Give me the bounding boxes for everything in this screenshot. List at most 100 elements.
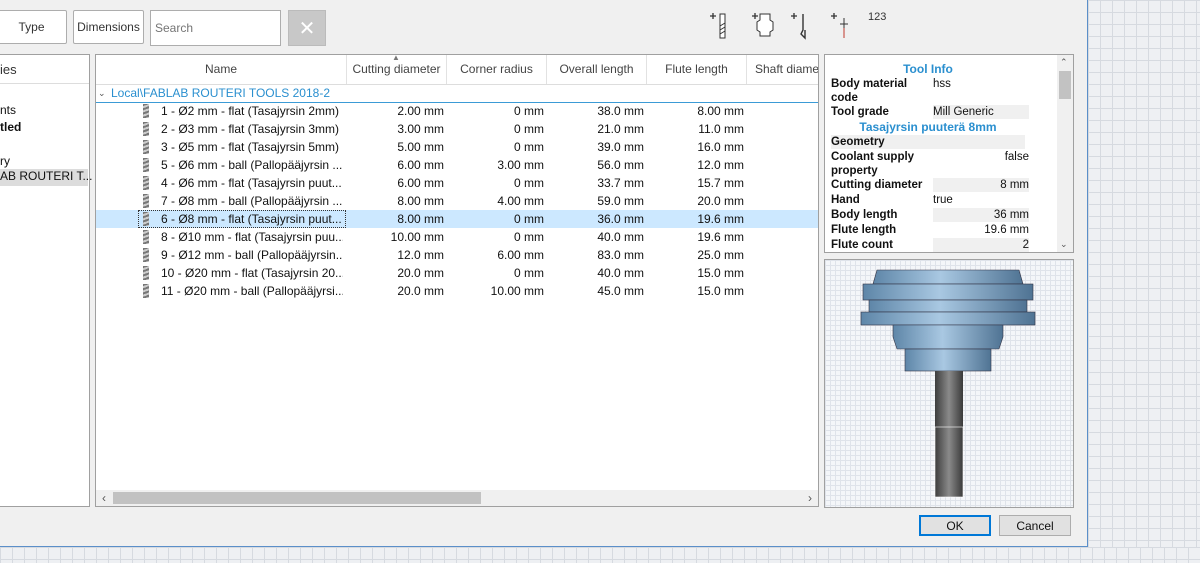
dimensions-filter-button[interactable]: Dimensions bbox=[73, 10, 144, 44]
cancel-button[interactable]: Cancel bbox=[999, 515, 1071, 536]
scroll-down-icon[interactable]: ⌄ bbox=[1060, 239, 1068, 250]
table-row[interactable]: 3 - Ø5 mm - flat (Tasajyrsin 5mm) 5.00 mm… bbox=[96, 138, 818, 156]
endmill-icon bbox=[143, 158, 149, 172]
info-key: Tool grade bbox=[831, 106, 889, 118]
cell-sd: 6.00 bbox=[766, 138, 818, 156]
column-header-flute-length[interactable]: Flute length bbox=[647, 55, 747, 84]
ok-button[interactable]: OK bbox=[919, 515, 991, 536]
cell-sd: 6.00 bbox=[766, 156, 818, 174]
cell-sd: 3.00 bbox=[766, 102, 818, 120]
cell-fl: 15.0 mm bbox=[697, 284, 744, 298]
table-row[interactable]: 9 - Ø12 mm - ball (Pallopääjyrsin... 12.0… bbox=[96, 246, 818, 264]
column-header-name[interactable]: Name bbox=[96, 55, 347, 84]
library-group-row[interactable]: ⌄ Local\FABLAB ROUTERI TOOLS 2018-2 bbox=[96, 84, 818, 103]
endmill-icon bbox=[143, 194, 149, 208]
cell-sd: 8.00 bbox=[766, 228, 818, 246]
cell-ol: 40.0 mm bbox=[597, 230, 644, 244]
cell-ol: 38.0 mm bbox=[597, 104, 644, 118]
tool-name-cell: 7 - Ø8 mm - ball (Pallopääjyrsin ... bbox=[161, 194, 343, 208]
info-value: 8 mm bbox=[933, 178, 1029, 192]
tool-name-cell: 11 - Ø20 mm - ball (Pallopääjyrsi... bbox=[161, 284, 343, 298]
cell-cr: 0 mm bbox=[514, 266, 544, 280]
info-row-body-material: Body material code hss bbox=[831, 77, 1055, 105]
library-tree-header: ies bbox=[0, 55, 89, 84]
scrollbar-thumb[interactable] bbox=[1059, 71, 1071, 99]
clear-search-button[interactable]: ✕ bbox=[288, 10, 326, 46]
add-endmill-icon[interactable] bbox=[708, 10, 736, 42]
horizontal-scrollbar[interactable]: ‹ › bbox=[96, 490, 818, 506]
type-filter-button[interactable]: Type bbox=[0, 10, 67, 44]
scrollbar-thumb[interactable] bbox=[113, 492, 481, 504]
cell-sd: 8.00 bbox=[766, 282, 818, 300]
cell-fl: 20.0 mm bbox=[697, 194, 744, 208]
column-header-overall-length[interactable]: Overall length bbox=[547, 55, 647, 84]
cell-ol: 83.0 mm bbox=[597, 248, 644, 262]
info-value: 19.6 mm bbox=[984, 224, 1029, 236]
scroll-up-icon[interactable]: ⌃ bbox=[1060, 57, 1068, 68]
cell-cr: 3.00 mm bbox=[497, 158, 544, 172]
cell-sd: 8.00 bbox=[766, 174, 818, 192]
cell-ol: 21.0 mm bbox=[597, 122, 644, 136]
column-header-corner-radius[interactable]: Corner radius bbox=[447, 55, 547, 84]
add-holder-icon[interactable] bbox=[750, 10, 778, 42]
info-key: Flute length bbox=[831, 224, 897, 236]
tool-name-cell: 1 - Ø2 mm - flat (Tasajyrsin 2mm) bbox=[161, 104, 340, 118]
cell-ol: 45.0 mm bbox=[597, 284, 644, 298]
scroll-right-icon[interactable]: › bbox=[802, 490, 818, 506]
cell-cd: 10.00 mm bbox=[390, 230, 444, 244]
tool-name-cell: 2 - Ø3 mm - flat (Tasajyrsin 3mm) bbox=[161, 122, 340, 136]
cell-fl: 8.00 mm bbox=[697, 104, 744, 118]
cell-cd: 5.00 mm bbox=[397, 140, 444, 154]
cell-cr: 10.00 mm bbox=[490, 284, 544, 298]
add-drill-icon[interactable] bbox=[789, 10, 817, 42]
endmill-icon bbox=[143, 266, 149, 280]
endmill-icon bbox=[143, 230, 149, 244]
tool-name-heading: Tasajyrsin puuterä 8mm bbox=[859, 120, 997, 134]
cell-cd: 2.00 mm bbox=[397, 104, 444, 118]
table-row[interactable]: 11 - Ø20 mm - ball (Pallopääjyrsi... 20.0… bbox=[96, 282, 818, 300]
add-probe-icon[interactable] bbox=[829, 10, 857, 42]
info-value: true bbox=[933, 194, 953, 206]
renumber-tools-icon[interactable]: 123 bbox=[868, 10, 896, 42]
tool-name-cell: 6 - Ø8 mm - flat (Tasajyrsin puut... bbox=[161, 212, 342, 226]
cell-cd: 8.00 mm bbox=[397, 212, 444, 226]
info-key: Hand bbox=[831, 194, 860, 206]
tree-item[interactable]: nts bbox=[0, 103, 16, 117]
library-group-label: Local\FABLAB ROUTERI TOOLS 2018-2 bbox=[111, 86, 330, 100]
library-tree-panel: ies nts tled ry AB ROUTERI T... bbox=[0, 54, 92, 507]
info-key: Body length bbox=[831, 209, 898, 221]
cell-ol: 56.0 mm bbox=[597, 158, 644, 172]
table-row[interactable]: 8 - Ø10 mm - flat (Tasajyrsin puu... 10.0… bbox=[96, 228, 818, 246]
tool-library-dialog: Type Dimensions ✕ 123 ies nts tled ry AB… bbox=[0, 0, 1088, 547]
cell-cd: 20.0 mm bbox=[397, 284, 444, 298]
table-row[interactable]: 1 - Ø2 mm - flat (Tasajyrsin 2mm) 2.00 mm… bbox=[96, 102, 818, 120]
info-vertical-scrollbar[interactable]: ⌃ ⌄ bbox=[1057, 55, 1073, 252]
drafting-background-bottom bbox=[0, 547, 1200, 563]
tool-info-panel: Tool Info Body material code hss Tool gr… bbox=[824, 54, 1074, 253]
tree-item[interactable]: ry bbox=[0, 154, 10, 168]
cell-cr: 0 mm bbox=[514, 140, 544, 154]
endmill-icon bbox=[143, 176, 149, 190]
table-row[interactable]: 2 - Ø3 mm - flat (Tasajyrsin 3mm) 3.00 mm… bbox=[96, 120, 818, 138]
cell-cr: 0 mm bbox=[514, 104, 544, 118]
table-row[interactable]: 5 - Ø6 mm - ball (Pallopääjyrsin ... 6.00… bbox=[96, 156, 818, 174]
cell-ol: 39.0 mm bbox=[597, 140, 644, 154]
cell-fl: 19.6 mm bbox=[697, 212, 744, 226]
info-value: 2 bbox=[933, 238, 1029, 252]
search-input[interactable] bbox=[150, 10, 281, 46]
tool-holder-render bbox=[860, 269, 1036, 498]
table-row-selected[interactable]: 6 - Ø8 mm - flat (Tasajyrsin puut... 8.00… bbox=[96, 210, 818, 228]
tool-name-cell: 3 - Ø5 mm - flat (Tasajyrsin 5mm) bbox=[161, 140, 340, 154]
table-row[interactable]: 4 - Ø6 mm - flat (Tasajyrsin puut... 6.00… bbox=[96, 174, 818, 192]
tree-item[interactable]: tled bbox=[0, 120, 21, 134]
scroll-left-icon[interactable]: ‹ bbox=[96, 490, 112, 506]
renumber-label: 123 bbox=[868, 11, 887, 23]
table-row[interactable]: 10 - Ø20 mm - flat (Tasajyrsin 20... 20.0… bbox=[96, 264, 818, 282]
column-header-shaft-diameter[interactable]: Shaft diame bbox=[747, 55, 818, 84]
cell-cd: 6.00 mm bbox=[397, 176, 444, 190]
tree-item-selected[interactable]: AB ROUTERI T... bbox=[0, 169, 92, 186]
table-row[interactable]: 7 - Ø8 mm - ball (Pallopääjyrsin ... 8.00… bbox=[96, 192, 818, 210]
tool-preview bbox=[824, 259, 1074, 508]
endmill-icon bbox=[143, 284, 149, 298]
chevron-down-icon[interactable]: ⌄ bbox=[98, 84, 106, 102]
